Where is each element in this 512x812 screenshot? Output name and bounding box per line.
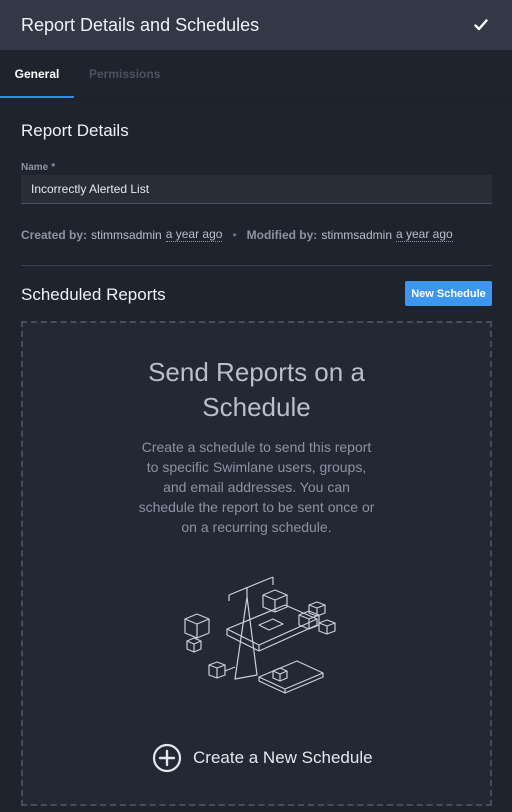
report-meta: Created by: stimmsadmin a year ago • Mod… [21,228,453,242]
created-by-label: Created by: [21,228,88,242]
report-details-panel: Report Details and Schedules General Per… [0,0,512,812]
modified-by-label: Modified by: [246,228,318,242]
required-marker: * [51,162,56,173]
create-schedule-link[interactable]: Create a New Schedule [152,743,373,773]
meta-separator: • [232,228,237,242]
new-schedule-button[interactable]: New Schedule [405,281,492,306]
panel-header: Report Details and Schedules [0,0,512,50]
tab-general[interactable]: General [0,50,74,98]
schedule-illustration [184,576,336,694]
panel-title: Report Details and Schedules [21,14,260,35]
confirm-button[interactable] [470,14,492,36]
created-time: a year ago [165,227,223,242]
schedule-empty-state: Send Reports on a Schedule Create a sche… [21,321,492,806]
empty-state-heading: Send Reports on a Schedule [148,357,365,422]
tab-bar: General Permissions [0,50,512,98]
create-schedule-label: Create a New Schedule [193,748,373,767]
name-field[interactable] [21,175,492,204]
scheduled-reports-heading: Scheduled Reports [21,285,166,304]
plus-circle-icon [152,743,182,773]
name-field-label: Name * [21,162,55,173]
modified-by-user: stimmsadmin [321,228,392,242]
tab-permissions[interactable]: Permissions [74,50,175,97]
name-label-text: Name [21,162,49,173]
modified-time: a year ago [396,227,453,242]
report-details-heading: Report Details [21,121,129,140]
check-icon [474,19,488,31]
created-by-user: stimmsadmin [91,228,162,242]
section-divider [21,265,492,266]
empty-state-description: Create a schedule to send this report to… [138,439,375,535]
